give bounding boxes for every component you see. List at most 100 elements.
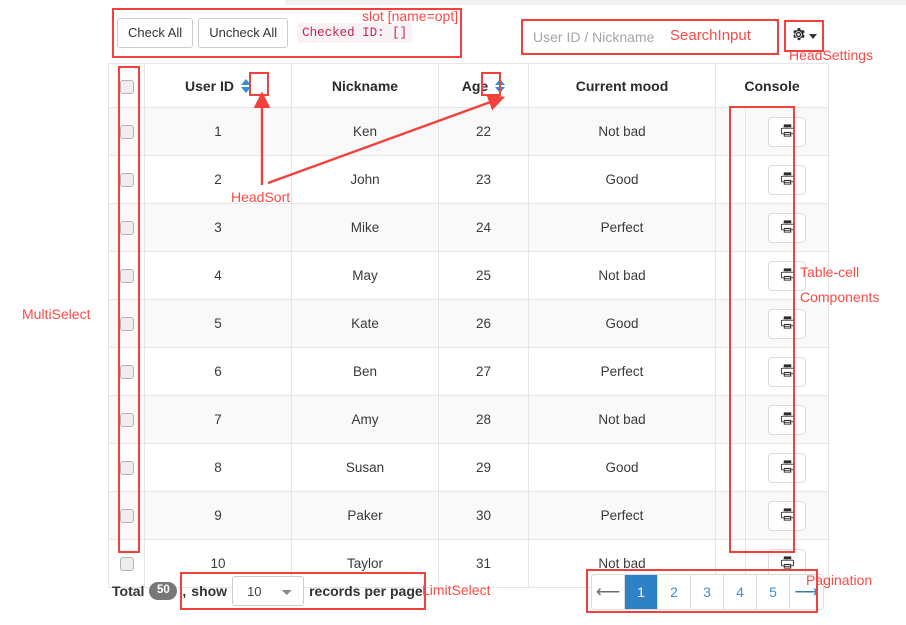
row-select-checkbox[interactable] [119, 125, 134, 140]
cell-mood: Perfect [528, 347, 716, 396]
total-count-badge: 50 [149, 582, 178, 600]
uncheck-all-button[interactable]: Uncheck All [198, 17, 289, 49]
cell-user-id: 1 [144, 107, 292, 156]
header-current-mood[interactable]: Current mood [528, 63, 716, 108]
pagination-page-3[interactable]: 3 [691, 575, 724, 609]
row-select-cell [108, 347, 145, 396]
table-row: 2 John 23 Good [108, 155, 830, 204]
print-button[interactable] [768, 116, 806, 147]
total-label: Total [112, 583, 145, 599]
cell-age: 29 [438, 443, 529, 492]
check-all-button[interactable]: Check All [117, 17, 194, 49]
cell-age: 26 [438, 299, 529, 348]
cell-nickname: Mike [291, 203, 439, 252]
cell-user-id: 7 [144, 395, 292, 444]
print-button[interactable] [768, 356, 806, 387]
pagination-page-2[interactable]: 2 [658, 575, 691, 609]
printer-icon [780, 411, 795, 429]
table-head: User ID Nickname Age Current mood Consol… [108, 63, 830, 108]
limit-select[interactable]: 102050100 [232, 576, 305, 606]
cell-mood: Not bad [528, 395, 716, 444]
row-select-cell [108, 107, 145, 156]
row-select-checkbox[interactable] [119, 557, 134, 572]
head-settings-button[interactable] [786, 22, 822, 50]
printer-icon [780, 507, 795, 525]
cell-age: 28 [438, 395, 529, 444]
row-select-checkbox[interactable] [119, 509, 134, 524]
search-input[interactable] [522, 20, 778, 54]
print-button[interactable] [768, 452, 806, 483]
cell-mood: Perfect [528, 491, 716, 540]
header-age[interactable]: Age [438, 63, 529, 108]
header-age-label: Age [461, 77, 489, 94]
cell-mood: Good [528, 299, 716, 348]
search-input-wrap: SearchInput [522, 20, 778, 54]
select-all-checkbox[interactable] [119, 79, 134, 94]
pagination-page-5[interactable]: 5 [757, 575, 790, 609]
header-nickname-label: Nickname [331, 77, 399, 94]
header-nickname[interactable]: Nickname [291, 63, 439, 108]
row-select-checkbox[interactable] [119, 173, 134, 188]
pagination: ⟵ 1 2 3 4 5 ⟶ [591, 574, 824, 610]
row-select-checkbox[interactable] [119, 461, 134, 476]
row-select-checkbox[interactable] [119, 365, 134, 380]
row-select-checkbox[interactable] [119, 221, 134, 236]
header-console-label: Console [744, 77, 800, 94]
print-button[interactable] [768, 164, 806, 195]
cell-console [744, 491, 830, 540]
cell-spacer [715, 251, 746, 300]
cell-age: 22 [438, 107, 529, 156]
print-button[interactable] [768, 404, 806, 435]
cell-age: 23 [438, 155, 529, 204]
annotation-label-multiselect: MultiSelect [22, 306, 91, 322]
cell-spacer [715, 347, 746, 396]
row-select-checkbox[interactable] [119, 413, 134, 428]
gear-icon [791, 27, 806, 45]
cell-spacer [715, 203, 746, 252]
chevron-down-icon [809, 33, 817, 39]
cell-user-id: 3 [144, 203, 292, 252]
page-top-band [285, 0, 906, 5]
printer-icon [780, 459, 795, 477]
annotation-label-pagination: Pagination [806, 572, 873, 588]
sort-icon-user-id[interactable] [241, 78, 252, 93]
table-row: 4 May 25 Not bad [108, 251, 830, 300]
cell-nickname: May [291, 251, 439, 300]
show-label: show [191, 583, 228, 599]
annotation-label-opt-slot: slot [name=opt] [362, 8, 459, 24]
header-user-id[interactable]: User ID [144, 63, 292, 108]
cell-console [744, 107, 830, 156]
row-select-cell [108, 203, 145, 252]
sort-icon-age[interactable] [495, 78, 506, 93]
header-current-mood-label: Current mood [575, 77, 669, 94]
cell-spacer [715, 155, 746, 204]
cell-user-id: 4 [144, 251, 292, 300]
cell-nickname: Susan [291, 443, 439, 492]
table-row: 8 Susan 29 Good [108, 443, 830, 492]
arrow-left-icon: ⟵ [595, 582, 621, 601]
printer-icon [780, 363, 795, 381]
row-select-checkbox[interactable] [119, 317, 134, 332]
cell-console [744, 299, 830, 348]
table-body: 1 Ken 22 Not bad 2 John 23 Good 3 Mike 24 Perfect 4 M… [108, 107, 830, 588]
cell-nickname: Kate [291, 299, 439, 348]
print-button[interactable] [768, 500, 806, 531]
cell-spacer [715, 395, 746, 444]
pagination-prev-button[interactable]: ⟵ [592, 575, 625, 609]
table-row: 9 Paker 30 Perfect [108, 491, 830, 540]
cell-age: 24 [438, 203, 529, 252]
checked-id-display: Checked ID: [] [297, 23, 413, 43]
cell-user-id: 6 [144, 347, 292, 396]
row-select-cell [108, 251, 145, 300]
pagination-page-4[interactable]: 4 [724, 575, 757, 609]
table-row: 3 Mike 24 Perfect [108, 203, 830, 252]
print-button[interactable] [768, 308, 806, 339]
cell-mood: Perfect [528, 203, 716, 252]
data-table-wrap: User ID Nickname Age Current mood Consol… [108, 63, 830, 588]
row-select-checkbox[interactable] [119, 269, 134, 284]
cell-nickname: Paker [291, 491, 439, 540]
print-button[interactable] [768, 212, 806, 243]
cell-user-id: 8 [144, 443, 292, 492]
pagination-page-1[interactable]: 1 [625, 575, 658, 609]
annotation-label-limit-select: LimitSelect [422, 582, 491, 598]
